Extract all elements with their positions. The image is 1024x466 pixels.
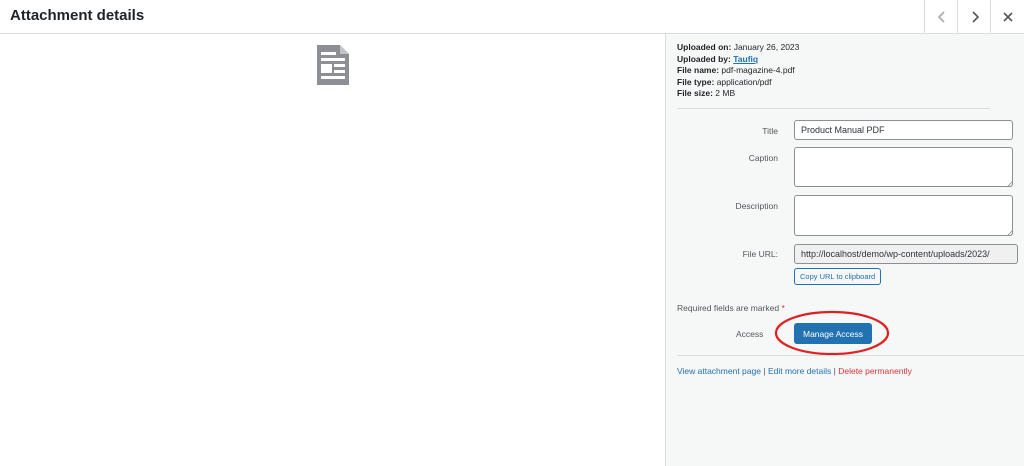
file-url-input[interactable]: http://localhost/demo/wp-content/uploads…: [794, 244, 1018, 264]
resize-handle-icon[interactable]: [1006, 229, 1013, 236]
file-size-value: 2 MB: [715, 88, 736, 99]
close-icon: [1002, 12, 1013, 22]
file-type-value: application/pdf: [716, 76, 772, 87]
separator: |: [763, 366, 766, 376]
divider: [677, 355, 1024, 356]
chevron-left-icon: [937, 11, 945, 23]
attachment-actions: View attachment page | Edit more details…: [677, 366, 912, 376]
modal-title: Attachment details: [10, 7, 145, 24]
delete-permanently-link[interactable]: Delete permanently: [838, 366, 912, 376]
description-label: Description: [735, 201, 778, 211]
close-button[interactable]: [990, 0, 1024, 34]
resize-handle-icon[interactable]: [1006, 180, 1013, 187]
caption-label: Caption: [748, 153, 778, 163]
file-type-label: File type:: [677, 76, 715, 87]
attachment-preview: [0, 34, 665, 466]
attachment-details-modal: Attachment details Uploaded on: January …: [0, 0, 1024, 466]
title-label: Title: [762, 126, 778, 136]
access-label: Access: [736, 329, 764, 339]
copy-url-button[interactable]: Copy URL to clipboard: [794, 268, 882, 285]
modal-header: Attachment details: [0, 0, 1024, 34]
divider: [677, 108, 990, 109]
uploaded-on-value: January 26, 2023: [733, 42, 800, 52]
next-button[interactable]: [957, 0, 991, 34]
file-details: Uploaded on: January 26, 2023 Uploaded b…: [677, 42, 799, 100]
title-input[interactable]: Product Manual PDF: [794, 120, 1013, 140]
document-icon: [317, 45, 349, 85]
file-size-label: File size:: [677, 88, 713, 99]
caption-textarea[interactable]: [794, 147, 1013, 187]
file-name-value: pdf-magazine-4.pdf: [721, 65, 795, 76]
previous-button[interactable]: [924, 0, 958, 34]
edit-details-link[interactable]: Edit more details: [768, 366, 831, 376]
attachment-info-sidebar: Uploaded on: January 26, 2023 Uploaded b…: [665, 34, 1024, 466]
file-name-label: File name:: [677, 65, 720, 76]
chevron-right-icon: [971, 11, 979, 23]
file-url-label: File URL:: [742, 249, 778, 259]
required-text: Required fields are marked: [677, 303, 780, 313]
required-fields-note: Required fields are marked *: [677, 303, 785, 313]
uploaded-on-label: Uploaded on:: [677, 42, 732, 52]
separator: |: [833, 366, 836, 376]
uploader-link[interactable]: Taufiq: [733, 54, 758, 64]
description-textarea[interactable]: [794, 195, 1013, 236]
view-attachment-link[interactable]: View attachment page: [677, 366, 761, 376]
uploaded-by-label: Uploaded by:: [677, 53, 731, 64]
highlight-circle: [774, 310, 890, 356]
